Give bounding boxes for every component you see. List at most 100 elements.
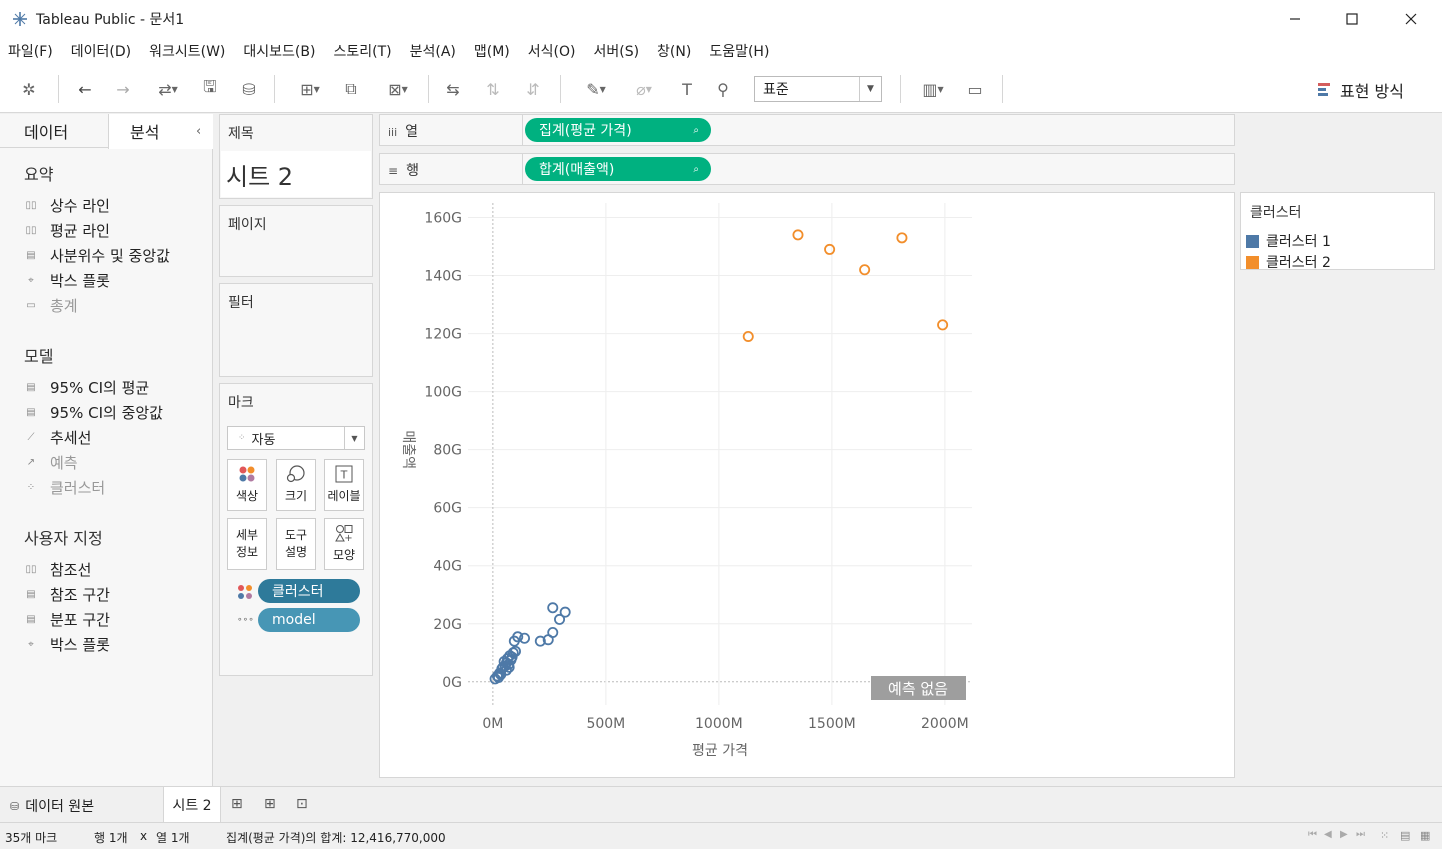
analytics-item-constant-line[interactable]: ▯▯ 상수 라인	[24, 195, 109, 216]
duplicate-sheet-icon[interactable]: ⧉	[340, 78, 362, 100]
menu-dashboard[interactable]: 대시보드(B)	[243, 41, 315, 61]
filmstrip-icon[interactable]: ▤	[1400, 829, 1410, 842]
menu-story[interactable]: 스토리(T)	[333, 41, 391, 61]
analytics-item-distribution-band[interactable]: ▤ 분포 구간	[24, 609, 110, 630]
tab-sheet-2[interactable]: 시트 2	[163, 787, 221, 822]
replay-icon[interactable]: ⇄ ▼	[148, 78, 188, 100]
rows-pill[interactable]: 합계(매출액) ⌕	[525, 157, 711, 181]
save-icon[interactable]: 🖫	[199, 77, 221, 100]
sheet-sorter-icon[interactable]: ▦	[1420, 829, 1430, 842]
columns-pill[interactable]: 집계(평균 가격) ⌕	[525, 118, 711, 142]
scatter-chart[interactable]: 0G 20G 40G 60G 80G 100G 120G 140G 160G 0M 500M 1000…	[380, 193, 1234, 777]
maximize-icon[interactable]	[1322, 0, 1382, 37]
swap-icon[interactable]: ⇆	[442, 78, 464, 100]
fit-dropdown[interactable]: 표준 ▼	[754, 76, 882, 102]
tab-datasource[interactable]: ⛁ 데이터 원본	[10, 796, 94, 816]
clear-sheet-icon[interactable]: ⊠ ▼	[378, 78, 418, 100]
analytics-item-reference-line[interactable]: ▯▯ 참조선	[24, 559, 91, 580]
bar-icon: ▯▯	[25, 200, 37, 211]
detail-button[interactable]: 세부 정보	[227, 518, 267, 570]
analytics-item-trend-line[interactable]: ⟋ 추세선	[24, 427, 92, 448]
menu-file[interactable]: 파일(F)	[8, 41, 53, 61]
shape-button[interactable]: + 모양	[324, 518, 364, 570]
x-tick-label: 1500M	[808, 716, 856, 732]
sort-desc-icon[interactable]: ⇵	[522, 78, 544, 100]
chevron-left-icon[interactable]: ‹	[196, 114, 201, 148]
highlight-icon[interactable]: ✎ ▼	[576, 78, 616, 100]
sheet-title[interactable]: 시트 2	[226, 157, 293, 192]
new-worksheet-icon[interactable]: ⊞	[231, 796, 243, 812]
nav-last-icon[interactable]: ⏭	[1356, 829, 1365, 840]
tableau-logo-icon	[12, 11, 28, 27]
analytics-item-reference-band[interactable]: ▤ 참조 구간	[24, 584, 110, 605]
analytics-item-median-quartiles[interactable]: ▤ 사분위수 및 중앙값	[24, 245, 170, 266]
analytics-item-totals[interactable]: ▭ 총계	[24, 295, 77, 316]
sort-asc-icon[interactable]: ⇅	[482, 78, 504, 100]
menu-server[interactable]: 서버(S)	[593, 41, 639, 61]
close-icon[interactable]	[1381, 0, 1441, 37]
window-title: Tableau Public - 문서1	[36, 11, 185, 28]
tab-data[interactable]: 데이터	[24, 114, 68, 148]
nav-prev-icon[interactable]: ◀	[1324, 829, 1332, 840]
menu-bar: 파일(F) 데이터(D) 워크시트(W) 대시보드(B) 스토리(T) 분석(A…	[0, 37, 1442, 65]
menu-analysis[interactable]: 분석(A)	[410, 41, 456, 61]
undo-icon[interactable]: ←	[74, 78, 96, 100]
show-me-button[interactable]: 표현 방식	[1318, 78, 1404, 102]
tooltip-button[interactable]: 도구 설명	[276, 518, 316, 570]
analytics-item-cluster[interactable]: ⁘ 클러스터	[24, 477, 105, 498]
analytics-item-avg-ci[interactable]: ▤ 95% CI의 평균	[24, 377, 149, 398]
mark-type-dropdown[interactable]: ⁘ 자동 ▼	[227, 426, 365, 450]
marks-card: 마크 ⁘ 자동 ▼ 색상 크기 T 레이블 세부 정보 도구 설명 + 모양 클…	[219, 383, 373, 676]
box-plot-icon: ⌖	[28, 275, 34, 286]
presentation-icon[interactable]: ▭	[964, 78, 986, 100]
x-tick-label: 500M	[586, 716, 625, 732]
cluster-pill[interactable]: 클러스터	[258, 579, 360, 603]
analytics-item-forecast[interactable]: ↗ 예측	[24, 452, 78, 473]
show-cards-icon[interactable]: ▥ ▼	[913, 78, 953, 100]
filters-shelf[interactable]: 필터	[219, 283, 373, 377]
new-datasource-icon[interactable]: ⛁	[237, 78, 261, 100]
nav-first-icon[interactable]: ⏮	[1308, 829, 1317, 840]
new-dashboard-icon[interactable]: ⊞	[264, 796, 276, 812]
label-icon[interactable]: T	[676, 78, 698, 100]
menu-data[interactable]: 데이터(D)	[71, 41, 131, 61]
show-tabs-icon[interactable]: ⁙	[1380, 829, 1389, 842]
x-tick-label: 2000M	[921, 716, 969, 732]
legend-item-cluster-1[interactable]: 클러스터 1	[1246, 231, 1331, 251]
size-button[interactable]: 크기	[276, 459, 316, 511]
rows-shelf[interactable]: ≡ 행 합계(매출액) ⌕	[379, 153, 1235, 185]
menu-format[interactable]: 서식(O)	[528, 41, 576, 61]
size-icon	[286, 465, 306, 488]
menu-map[interactable]: 맵(M)	[474, 41, 510, 61]
tab-analysis[interactable]: 분석	[130, 114, 159, 148]
band-icon: ▤	[26, 614, 36, 625]
scatter-point-cluster-2	[859, 264, 871, 276]
new-sheet-icon[interactable]: ⊞ ▼	[290, 78, 330, 100]
automatic-mark-icon: ⁘	[238, 433, 246, 443]
menu-help[interactable]: 도움말(H)	[709, 41, 769, 61]
legend-item-cluster-2[interactable]: 클러스터 2	[1246, 252, 1331, 272]
forecast-icon: ↗	[26, 457, 36, 468]
analytics-item-average-line[interactable]: ▯▯ 평균 라인	[24, 220, 109, 241]
columns-shelf[interactable]: iii 열 집계(평균 가격) ⌕	[379, 114, 1235, 146]
new-story-icon[interactable]: ⊡	[296, 796, 308, 812]
menu-worksheet[interactable]: 워크시트(W)	[149, 41, 225, 61]
nav-next-icon[interactable]: ▶	[1340, 829, 1348, 840]
color-icon	[238, 465, 256, 488]
label-button[interactable]: T 레이블	[324, 459, 364, 511]
pages-shelf[interactable]: 페이지	[219, 205, 373, 277]
status-cols: 열 1개	[156, 831, 190, 845]
analytics-item-box-plot[interactable]: ⌖ 박스 플롯	[24, 270, 110, 291]
tableau-start-icon[interactable]: ✲	[18, 78, 40, 100]
color-button[interactable]: 색상	[227, 459, 267, 511]
redo-icon[interactable]: →	[112, 78, 134, 100]
y-tick-label: 140G	[424, 269, 462, 285]
group-icon[interactable]: ⌀ ▼	[624, 78, 664, 100]
analytics-item-box-plot-custom[interactable]: ⌖ 박스 플롯	[24, 634, 110, 655]
model-pill[interactable]: model	[258, 608, 360, 632]
menu-window[interactable]: 창(N)	[657, 41, 691, 61]
analytics-item-median-ci[interactable]: ▤ 95% CI의 중앙값	[24, 402, 163, 423]
pin-icon[interactable]: ⚲	[712, 78, 734, 100]
minimize-icon[interactable]	[1265, 0, 1325, 37]
scatter-point-cluster-1	[547, 602, 559, 614]
